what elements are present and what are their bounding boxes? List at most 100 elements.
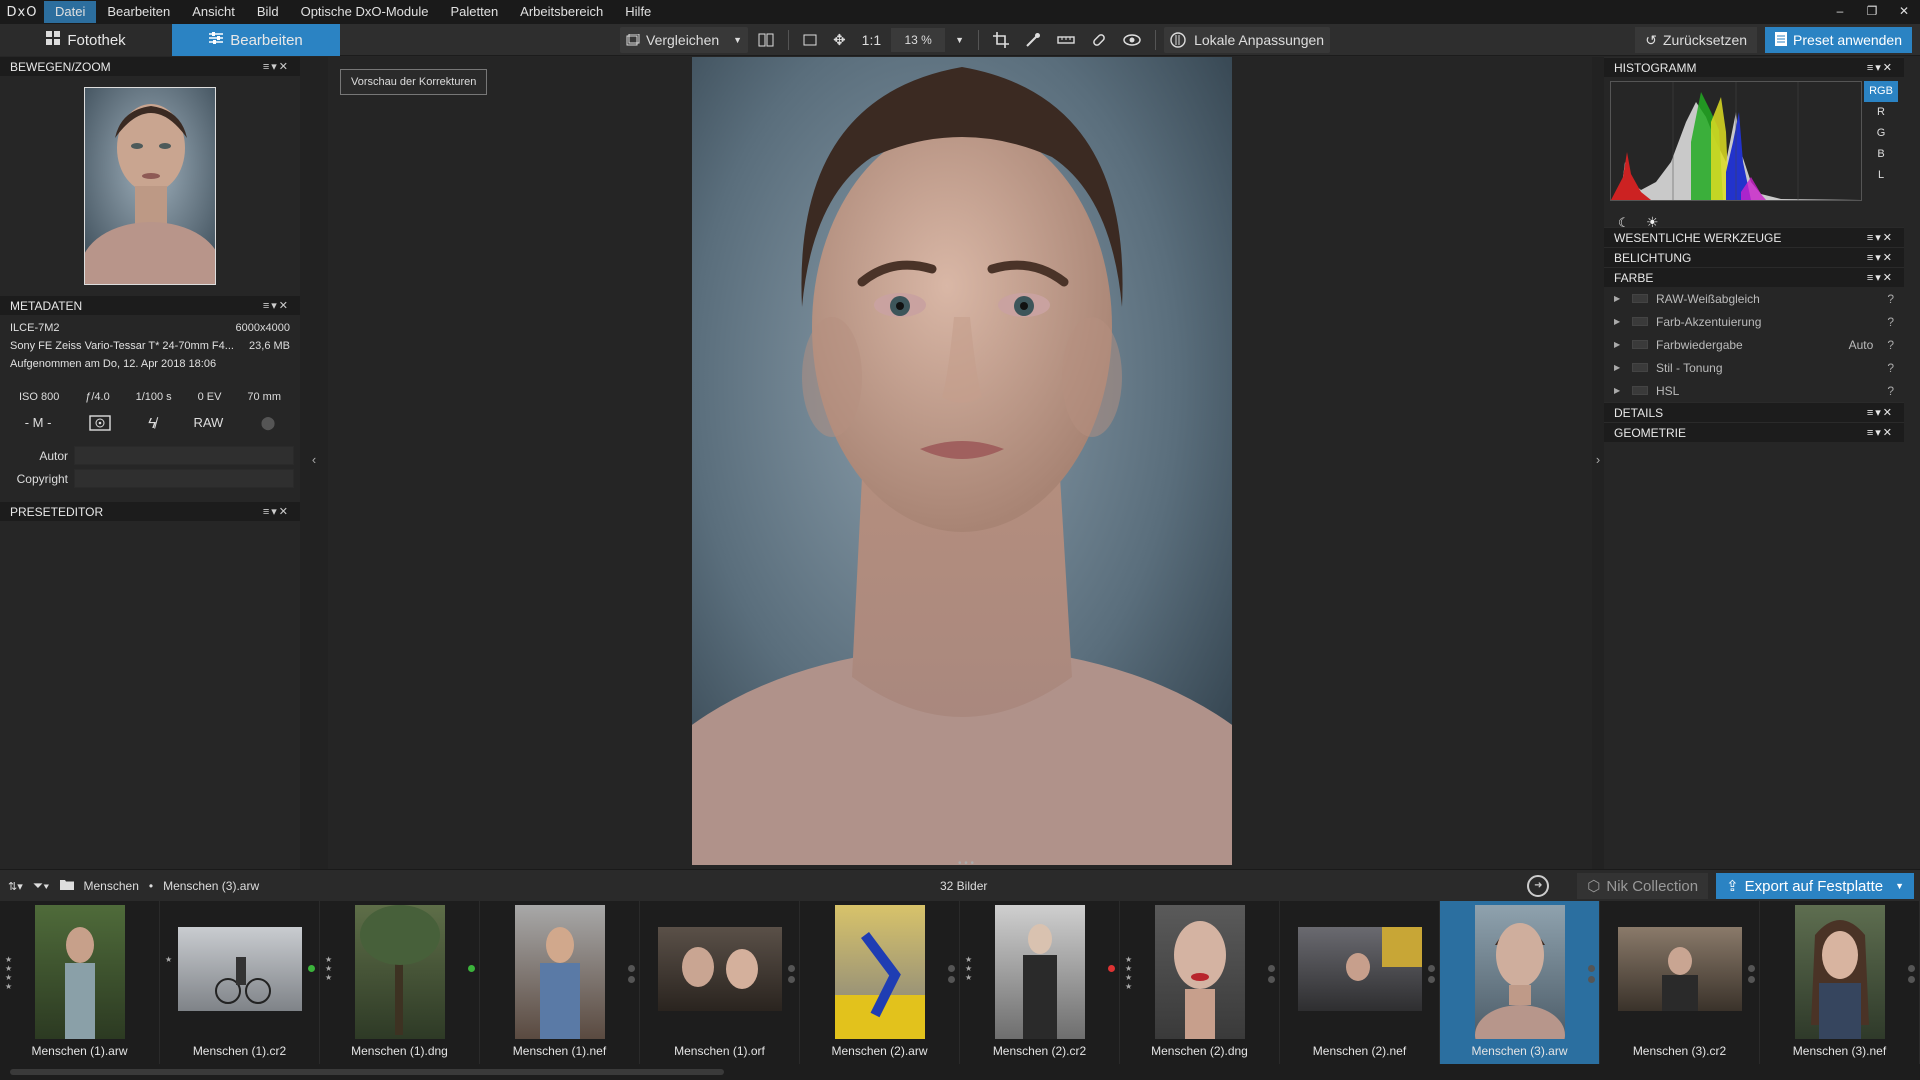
- film-thumbnail[interactable]: Menschen (3).cr2: [1600, 901, 1760, 1064]
- expand-arrow-icon[interactable]: ▶: [1614, 386, 1628, 395]
- channel-b[interactable]: B: [1864, 144, 1898, 165]
- breadcrumb-folder[interactable]: Menschen: [84, 879, 139, 893]
- local-adjustments-button[interactable]: Lokale Anpassungen: [1164, 27, 1331, 53]
- apply-preset-button[interactable]: Preset anwenden: [1765, 27, 1912, 53]
- tool-toggle[interactable]: [1632, 340, 1648, 349]
- fit-button[interactable]: [797, 27, 823, 53]
- eyedropper-button[interactable]: [1019, 27, 1047, 53]
- tool-toggle[interactable]: [1632, 386, 1648, 395]
- crop-button[interactable]: [987, 27, 1015, 53]
- panel-menu-icon[interactable]: ≡▾✕: [1867, 406, 1894, 419]
- reset-button[interactable]: ↺ Zurücksetzen: [1635, 27, 1758, 53]
- tool-toggle[interactable]: [1632, 294, 1648, 303]
- histogram-chart[interactable]: [1610, 81, 1862, 201]
- tool-raw-white-balance[interactable]: ▶ RAW-Weißabgleich ?: [1604, 287, 1904, 310]
- panel-header-move-zoom[interactable]: BEWEGEN/ZOOM ≡▾✕: [0, 57, 300, 76]
- channel-l[interactable]: L: [1864, 165, 1898, 186]
- film-thumbnail[interactable]: ★ ★ ★ Menschen (1).dng: [320, 901, 480, 1064]
- left-panel-collapse[interactable]: ‹: [300, 57, 328, 869]
- nik-collection-button[interactable]: ⬡ Nik Collection: [1577, 873, 1709, 899]
- film-thumbnail[interactable]: ★ ★ ★ ★ Menschen (1).arw: [0, 901, 160, 1064]
- menu-bild[interactable]: Bild: [246, 1, 290, 23]
- panel-menu-icon[interactable]: ≡▾✕: [1867, 61, 1894, 74]
- menu-bearbeiten[interactable]: Bearbeiten: [96, 1, 181, 23]
- film-thumbnail[interactable]: ★ ★ ★ Menschen (2).cr2: [960, 901, 1120, 1064]
- section-color[interactable]: FARBE ≡▾✕: [1604, 267, 1904, 287]
- author-field[interactable]: [74, 446, 294, 465]
- close-window-button[interactable]: ✕: [1888, 0, 1920, 24]
- minimize-button[interactable]: –: [1824, 0, 1856, 24]
- navigator-thumbnail[interactable]: [84, 87, 216, 285]
- channel-rgb[interactable]: RGB: [1864, 81, 1898, 102]
- help-icon[interactable]: ?: [1887, 338, 1894, 352]
- scrollbar-thumb[interactable]: [10, 1069, 724, 1075]
- rating-stars[interactable]: ★ ★ ★: [325, 955, 333, 982]
- share-icon[interactable]: ➜: [1527, 875, 1550, 897]
- panel-header-metadata[interactable]: METADATEN ≡▾✕: [0, 296, 300, 315]
- panel-menu-icon[interactable]: ≡▾✕: [263, 60, 290, 73]
- split-view-button[interactable]: [752, 27, 780, 53]
- help-icon[interactable]: ?: [1887, 292, 1894, 306]
- panel-header-histogram[interactable]: HISTOGRAMM ≡▾✕: [1604, 57, 1904, 77]
- expand-arrow-icon[interactable]: ▶: [1614, 317, 1628, 326]
- one-to-one-button[interactable]: 1:1: [856, 27, 887, 53]
- tool-hsl[interactable]: ▶ HSL ?: [1604, 379, 1904, 402]
- filmstrip-scrollbar[interactable]: [0, 1064, 1920, 1080]
- sort-icon[interactable]: ⇅▾: [8, 880, 23, 893]
- repair-button[interactable]: [1085, 27, 1113, 53]
- section-exposure[interactable]: BELICHTUNG ≡▾✕: [1604, 247, 1904, 267]
- channel-g[interactable]: G: [1864, 123, 1898, 144]
- panel-menu-icon[interactable]: ≡▾✕: [263, 505, 290, 518]
- menu-datei[interactable]: Datei: [44, 1, 97, 23]
- film-thumbnail[interactable]: ★ Menschen (1).cr2: [160, 901, 320, 1064]
- film-thumbnail[interactable]: Menschen (2).arw: [800, 901, 960, 1064]
- section-geometry[interactable]: GEOMETRIE ≡▾✕: [1604, 422, 1904, 442]
- panel-menu-icon[interactable]: ≡▾✕: [1867, 231, 1894, 244]
- film-thumbnail[interactable]: Menschen (3).nef: [1760, 901, 1920, 1064]
- highlight-clipping-sun-icon[interactable]: ☀: [1646, 214, 1659, 231]
- expand-arrow-icon[interactable]: ▶: [1614, 294, 1628, 303]
- panel-header-preset-editor[interactable]: PRESETEDITOR ≡▾✕: [0, 502, 300, 521]
- section-details[interactable]: DETAILS ≡▾✕: [1604, 402, 1904, 422]
- rating-stars[interactable]: ★ ★ ★ ★: [5, 955, 13, 991]
- resize-grip-icon[interactable]: • • •: [958, 858, 974, 869]
- panel-menu-icon[interactable]: ≡▾✕: [1867, 271, 1894, 284]
- rating-stars[interactable]: ★ ★ ★ ★: [1125, 955, 1133, 991]
- zoom-level-select[interactable]: 13 %: [891, 28, 946, 52]
- menu-ansicht[interactable]: Ansicht: [181, 1, 246, 23]
- chevron-down-icon[interactable]: ▼: [1895, 881, 1904, 891]
- main-photo[interactable]: [692, 57, 1232, 865]
- menu-hilfe[interactable]: Hilfe: [614, 1, 662, 23]
- compare-button[interactable]: Vergleichen ▼: [620, 27, 749, 53]
- panel-menu-icon[interactable]: ≡▾✕: [1867, 426, 1894, 439]
- export-to-disk-button[interactable]: ⇪ Export auf Festplatte ▼: [1716, 873, 1914, 899]
- rating-stars[interactable]: ★ ★ ★: [965, 955, 973, 982]
- help-icon[interactable]: ?: [1887, 315, 1894, 329]
- image-viewer[interactable]: Vorschau der Korrekturen • • •: [328, 57, 1592, 869]
- expand-arrow-icon[interactable]: ▶: [1614, 363, 1628, 372]
- tool-color-accentuation[interactable]: ▶ Farb-Akzentuierung ?: [1604, 310, 1904, 333]
- tool-toggle[interactable]: [1632, 317, 1648, 326]
- rating-stars[interactable]: ★: [165, 955, 173, 964]
- tool-color-rendering[interactable]: ▶ Farbwiedergabe Auto ?: [1604, 333, 1904, 356]
- filter-icon[interactable]: ⏷▾: [33, 878, 50, 894]
- expand-arrow-icon[interactable]: ▶: [1614, 340, 1628, 349]
- channel-r[interactable]: R: [1864, 102, 1898, 123]
- tool-style-toning[interactable]: ▶ Stil - Tonung ?: [1604, 356, 1904, 379]
- film-thumbnail[interactable]: Menschen (1).orf: [640, 901, 800, 1064]
- help-icon[interactable]: ?: [1887, 361, 1894, 375]
- restore-button[interactable]: ❐: [1856, 0, 1888, 24]
- menu-arbeitsbereich[interactable]: Arbeitsbereich: [509, 1, 614, 23]
- film-thumbnail[interactable]: Menschen (1).nef: [480, 901, 640, 1064]
- chevron-down-icon[interactable]: ▼: [955, 35, 964, 45]
- film-thumbnail[interactable]: Menschen (2).nef: [1280, 901, 1440, 1064]
- panel-menu-icon[interactable]: ≡▾✕: [1867, 251, 1894, 264]
- right-panel-collapse[interactable]: ›: [1592, 57, 1604, 869]
- tab-fotothek[interactable]: Fotothek: [0, 24, 172, 56]
- menu-paletten[interactable]: Paletten: [439, 1, 509, 23]
- help-icon[interactable]: ?: [1887, 384, 1894, 398]
- menu-optische-module[interactable]: Optische DxO-Module: [290, 1, 440, 23]
- copyright-field[interactable]: [74, 469, 294, 488]
- preview-corrections-button[interactable]: Vorschau der Korrekturen: [340, 69, 488, 95]
- move-button[interactable]: ✥: [827, 27, 852, 53]
